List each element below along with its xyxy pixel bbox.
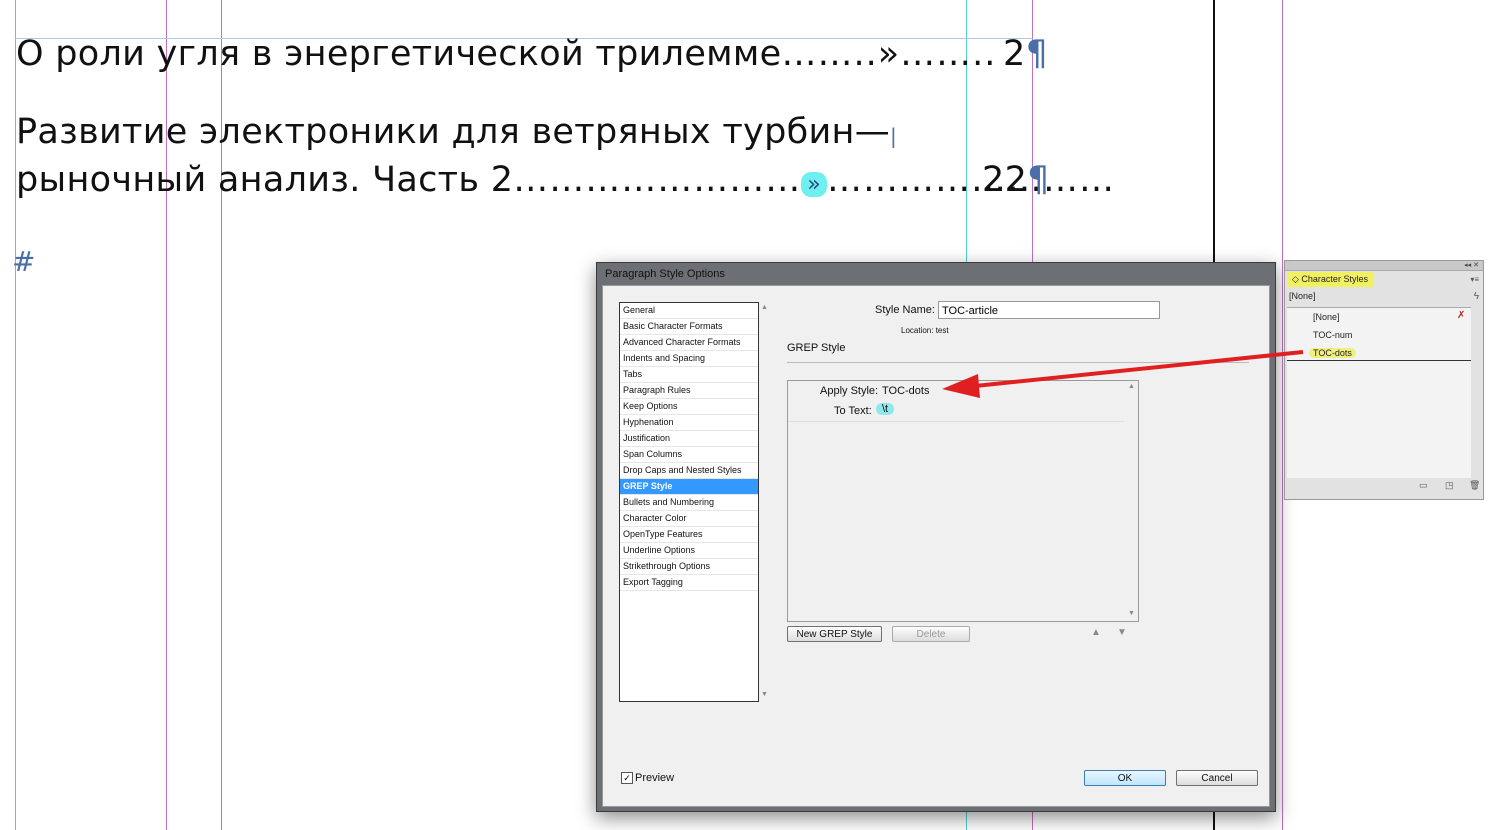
category-list[interactable]: General Basic Character Formats Advanced C… [619,302,759,702]
separator [787,362,1249,363]
category-item[interactable]: Hyphenation [620,415,758,431]
delete-button[interactable]: Delete [892,626,970,642]
toc-entry-2-leader-after: …………………… [827,160,1116,200]
panel-tab-character-styles[interactable]: ◇ Character Styles [1287,272,1373,287]
category-item[interactable]: Strikethrough Options [620,559,758,575]
panel-collapse-bar[interactable]: ◂◂ ✕ [1285,261,1483,271]
toc-entry-1[interactable]: О роли угля в энергетической трилемме…….… [16,34,996,74]
panel-menu-icon[interactable]: ▾≡ [1470,275,1479,284]
to-text-value[interactable]: \t [876,403,895,415]
pilcrow-icon: ¶ [1025,34,1049,74]
character-styles-panel[interactable]: ◂◂ ✕ ◇ Character Styles ▾≡ [None] ϟ [Non… [1284,260,1484,500]
category-item[interactable]: Tabs [620,367,758,383]
style-item-toc-num[interactable]: TOC-num [1313,330,1352,340]
dialog-title: Paragraph Style Options [605,268,725,280]
apply-style-value[interactable]: TOC-dots [882,385,929,397]
category-item[interactable]: Export Tagging [620,575,758,591]
page-number: 2 [1003,34,1026,74]
grep-scrollbar[interactable]: ▲ ▼ [1126,381,1138,619]
category-item[interactable]: Advanced Character Formats [620,335,758,351]
style-item-toc-dots[interactable]: TOC-dots [1309,348,1356,358]
section-title: GREP Style [787,342,846,354]
quick-apply-icon[interactable]: ϟ [1474,291,1479,302]
styles-list[interactable]: [None] ✗ TOC-num TOC-dots [1287,307,1471,478]
toc-entry-1-title: О роли угля в энергетической трилемме [16,34,782,74]
category-item[interactable]: Indents and Spacing [620,351,758,367]
style-name-label: Style Name: [875,304,935,316]
dialog-content: General Basic Character Formats Advanced C… [602,285,1270,807]
category-item[interactable]: General [620,303,758,319]
category-scrollbar[interactable]: ▲ ▼ [759,302,771,700]
category-item[interactable]: Keep Options [620,399,758,415]
category-item[interactable]: Span Columns [620,447,758,463]
move-down-icon[interactable]: ▼ [1117,627,1127,638]
toc-entry-2-page: 22¶ [982,160,1050,200]
paragraph-style-options-dialog[interactable]: Paragraph Style Options General Basic Cha… [596,262,1276,812]
page-number: 22 [982,160,1028,200]
category-item[interactable]: Bullets and Numbering [620,495,758,511]
current-style: [None] [1289,291,1316,301]
location-label-text: Location: [901,326,934,335]
toc-entry-2-line2[interactable]: рыночный анализ. Часть 2……………………»…………………… [16,160,1115,200]
category-item[interactable]: Paragraph Rules [620,383,758,399]
panel-tab-icon: ◇ [1292,274,1302,284]
toc-entry-1-leader: ……..»…….. [781,34,997,74]
end-of-story-mark: # [12,245,36,278]
category-item[interactable]: Justification [620,431,758,447]
category-item[interactable]: Character Color [620,511,758,527]
delete-style-icon[interactable]: 🗑 [1469,480,1480,491]
preview-checkbox[interactable]: ✓ [621,772,633,784]
location-value: test [935,326,949,335]
category-item[interactable]: OpenType Features [620,527,758,543]
category-item[interactable]: Underline Options [620,543,758,559]
toc-dots-label: TOC-dots [1309,348,1356,358]
grep-rule[interactable]: Apply Style: TOC-dots To Text: \t [788,381,1124,422]
toc-entry-2-leader-before: …………………… [513,160,802,200]
tab-highlight: » [801,172,828,197]
location-label: Location: test [901,326,949,335]
toc-entry-1-page: 2¶ [1003,34,1048,74]
ok-button[interactable]: OK [1084,770,1166,786]
style-name-input[interactable]: TOC-article [938,301,1160,319]
cursor-mark: | [890,124,898,148]
toc-entry-2-title-cont: рыночный анализ. Часть 2 [16,160,514,200]
category-item[interactable]: Basic Character Formats [620,319,758,335]
category-item[interactable]: Drop Caps and Nested Styles [620,463,758,479]
column-guide [1282,0,1283,830]
panel-title: Character Styles [1301,274,1368,284]
cancel-button[interactable]: Cancel [1176,770,1258,786]
style-item-none[interactable]: [None] [1313,312,1340,322]
new-style-icon[interactable]: ◳ [1445,480,1454,491]
preview-label: Preview [635,772,675,784]
new-grep-style-button[interactable]: New GREP Style [787,626,882,642]
grep-expression: \t [876,403,895,415]
apply-style-label: Apply Style: [820,385,879,397]
toc-entry-2-title: Развитие электроники для ветряных турбин… [16,112,891,152]
new-group-icon[interactable]: ▭ [1419,480,1428,491]
toc-entry-2-line1[interactable]: Развитие электроники для ветряных турбин… [16,112,897,152]
category-item[interactable]: GREP Style [620,479,758,495]
no-edit-icon: ✗ [1457,310,1466,321]
move-up-icon[interactable]: ▲ [1091,627,1101,638]
pilcrow-icon: ¶ [1027,160,1050,200]
to-text-label: To Text: [834,405,872,417]
list-bottom-rule [1287,360,1471,361]
grep-style-list[interactable]: Apply Style: TOC-dots To Text: \t ▲ ▼ [787,380,1139,622]
